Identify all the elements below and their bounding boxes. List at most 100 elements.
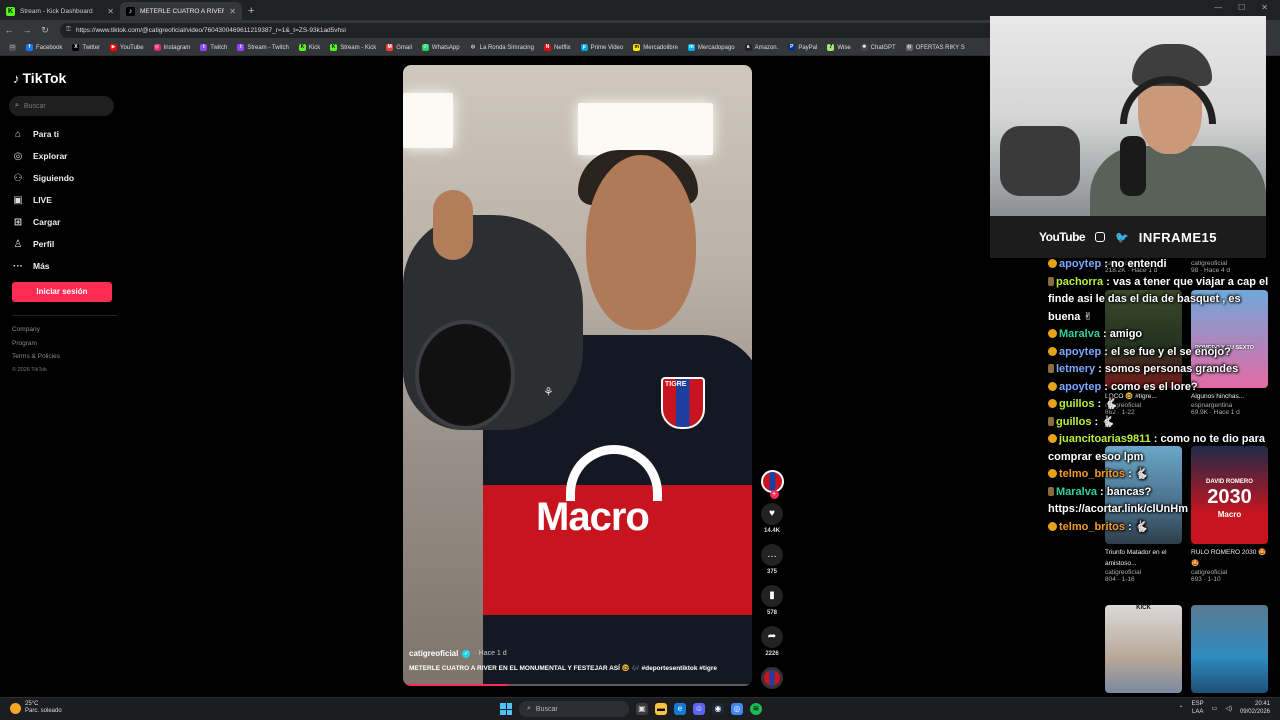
chat-username[interactable]: apoytep xyxy=(1059,381,1101,393)
task-view-icon[interactable]: ▣ xyxy=(636,703,648,715)
bookmark-mercadopago[interactable]: m Mercadopago xyxy=(683,44,740,51)
weather-widget[interactable]: 25°C Parc. soleado xyxy=(10,701,62,715)
chat-username[interactable]: Maralva xyxy=(1056,486,1097,498)
bookmark-prime-video[interactable]: p Prime Video xyxy=(576,44,629,51)
bookmark-youtube[interactable]: ▶ YouTube xyxy=(105,44,149,51)
new-tab-button[interactable]: + xyxy=(242,2,260,20)
chrome-icon[interactable]: ◎ xyxy=(731,703,743,715)
video-progress-bar[interactable] xyxy=(403,684,752,686)
bookmark-twitch[interactable]: t Twitch xyxy=(195,44,232,51)
chat-username[interactable]: juancitoarias9811 xyxy=(1059,433,1151,445)
bookmark-netflix[interactable]: N Netflix xyxy=(539,44,576,51)
edge-icon[interactable]: e xyxy=(674,703,686,715)
bookmark-paypal[interactable]: P PayPal xyxy=(783,44,822,51)
chat-username[interactable]: telmo_britos xyxy=(1059,468,1125,480)
bookmark-whatsapp[interactable]: ✆ WhatsApp xyxy=(417,44,465,51)
site-info-icon[interactable]: ⚿ xyxy=(66,26,71,34)
maximize-icon[interactable]: ☐ xyxy=(1238,3,1245,12)
network-icon[interactable]: ▭ xyxy=(1212,705,1218,712)
taskbar-search-label: Buscar xyxy=(535,705,558,713)
chat-username[interactable]: apoytep xyxy=(1059,258,1101,270)
bookmark-facebook[interactable]: f Facebook xyxy=(21,44,67,51)
steam-icon[interactable]: ◉ xyxy=(712,703,724,715)
bookmark-twitter[interactable]: X Twitter xyxy=(67,44,105,51)
tab-kick-dashboard[interactable]: K Stream - Kick Dashboard ✕ xyxy=(0,2,120,20)
forward-icon[interactable]: → xyxy=(18,25,36,35)
back-icon[interactable]: ← xyxy=(0,25,18,35)
windows-start-icon[interactable] xyxy=(500,703,512,715)
sidebar-item-live[interactable]: ▣ LIVE xyxy=(12,189,74,211)
taskbar-search[interactable]: ⌕ Buscar xyxy=(519,701,629,717)
chat-username[interactable]: guillos xyxy=(1059,398,1094,410)
sidebar-item-para-ti[interactable]: ⌂ Para ti xyxy=(12,123,74,145)
chat-username[interactable]: guillos xyxy=(1056,416,1091,428)
bookmark-instagram[interactable]: ◎ Instagram xyxy=(149,44,196,51)
sidebar-item-siguiendo[interactable]: ⚇ Siguiendo xyxy=(12,167,75,189)
bookmark-chatgpt[interactable]: ✺ ChatGPT xyxy=(856,44,901,51)
bookmark-ofertas[interactable]: ◍ OFERTAS RIKY S xyxy=(901,44,970,51)
bookmark-la-ronda[interactable]: ◍ La Ronda Simracing xyxy=(465,44,539,51)
volume-icon[interactable]: ◁) xyxy=(1225,705,1232,712)
creator-avatar[interactable]: + xyxy=(760,470,784,499)
chat-username[interactable]: letmery xyxy=(1056,363,1095,375)
close-window-icon[interactable]: ✕ xyxy=(1261,3,1268,12)
follow-plus-icon[interactable]: + xyxy=(769,490,779,499)
bookmark-gmail[interactable]: M Gmail xyxy=(381,44,417,51)
tile-thumbnail: KICK xyxy=(1105,605,1182,693)
language-indicator[interactable]: ESP LAA xyxy=(1192,701,1204,716)
video-player[interactable]: ⚘ TIGRE Macro catigreoficial ✓ · Hace 1 … xyxy=(403,65,752,686)
spotify-icon[interactable]: ≋ xyxy=(750,703,762,715)
sun-icon xyxy=(10,702,21,714)
sidebar-item-perfil[interactable]: ♙ Perfil xyxy=(12,233,74,255)
chat-badge-icon xyxy=(1048,521,1057,531)
file-explorer-icon[interactable]: ▬ xyxy=(655,703,667,715)
bookmarks-apps-icon[interactable]: ▭ xyxy=(4,44,21,51)
chat-username[interactable]: pachorra xyxy=(1056,276,1103,288)
close-icon[interactable]: ✕ xyxy=(107,7,114,16)
footer-link-company[interactable]: Company xyxy=(12,323,60,337)
footer-link-terms[interactable]: Terms & Policies xyxy=(12,350,60,364)
footer-link-program[interactable]: Program xyxy=(12,337,60,351)
webcam-overlay: YouTube 🐦 INFRAME15 xyxy=(990,16,1266,258)
music-disc[interactable] xyxy=(761,667,783,689)
login-button[interactable]: Iniciar sesión xyxy=(12,282,112,302)
kick-icon: K xyxy=(298,44,306,51)
chat-username[interactable]: Maralva xyxy=(1059,328,1100,340)
like-button[interactable]: ♥ 14.4K xyxy=(761,503,783,534)
tiktok-logo[interactable]: ♪ TikTok xyxy=(13,70,66,86)
bookmark-kick[interactable]: K Kick xyxy=(294,44,325,51)
bookmark-mercadolibre[interactable]: m Mercadolibre xyxy=(628,44,683,51)
video-author-row: catigreoficial ✓ · Hace 1 d xyxy=(409,649,744,658)
bookmark-stream-kick[interactable]: K Stream - Kick xyxy=(325,44,381,51)
sidebar-item-cargar[interactable]: ⊞ Cargar xyxy=(12,211,74,233)
clock[interactable]: 20:41 09/02/2026 xyxy=(1240,701,1270,716)
bookmark-amazon[interactable]: a Amazon. xyxy=(740,44,784,51)
chat-username[interactable]: apoytep xyxy=(1059,346,1101,358)
sidebar-item-explorar[interactable]: ◎ Explorar xyxy=(12,145,74,167)
search-input[interactable]: ⌕ Buscar xyxy=(9,96,114,116)
minimize-icon[interactable]: — xyxy=(1214,3,1222,12)
close-icon[interactable]: ✕ xyxy=(229,7,236,16)
youtube-icon: ▶ xyxy=(110,44,118,51)
tiktok-sidebar: ♪ TikTok ⌕ Buscar ⌂ Para ti ◎ Explorar ⚇ Si… xyxy=(0,57,122,697)
discord-icon[interactable]: ☺ xyxy=(693,703,705,715)
tile-title: RULO ROMERO 2030 🤩🤩 xyxy=(1191,549,1267,567)
profile-icon: ♙ xyxy=(13,238,23,250)
chat-username[interactable]: telmo_britos xyxy=(1059,521,1125,533)
twitch-icon: t xyxy=(200,44,208,51)
chevron-up-icon[interactable]: ⌃ xyxy=(1179,705,1184,712)
tab-tiktok-video[interactable]: ♪ METERLE CUATRO A RIVER EN EL ✕ xyxy=(120,2,242,20)
share-button[interactable]: ➦ 2226 xyxy=(761,626,783,657)
comment-button[interactable]: … 375 xyxy=(761,544,783,575)
recommended-video[interactable] xyxy=(1191,605,1268,693)
url-input[interactable]: ⚿ https://www.tiktok.com/@catigreoficial… xyxy=(60,22,1010,38)
bookmark-stream-twitch[interactable]: t Stream - Twitch xyxy=(232,44,294,51)
chat-badge-icon xyxy=(1048,259,1057,268)
bookmark-wise[interactable]: 7 Wise xyxy=(822,44,855,51)
author-name[interactable]: catigreoficial xyxy=(409,649,458,658)
chat-text: : como es el lore? xyxy=(1101,380,1198,393)
recommended-video[interactable]: KICK xyxy=(1105,605,1182,693)
save-button[interactable]: ▮ 578 xyxy=(761,585,783,616)
sidebar-item-mas[interactable]: ··· Más xyxy=(12,255,74,277)
reload-icon[interactable]: ↻ xyxy=(36,25,54,36)
